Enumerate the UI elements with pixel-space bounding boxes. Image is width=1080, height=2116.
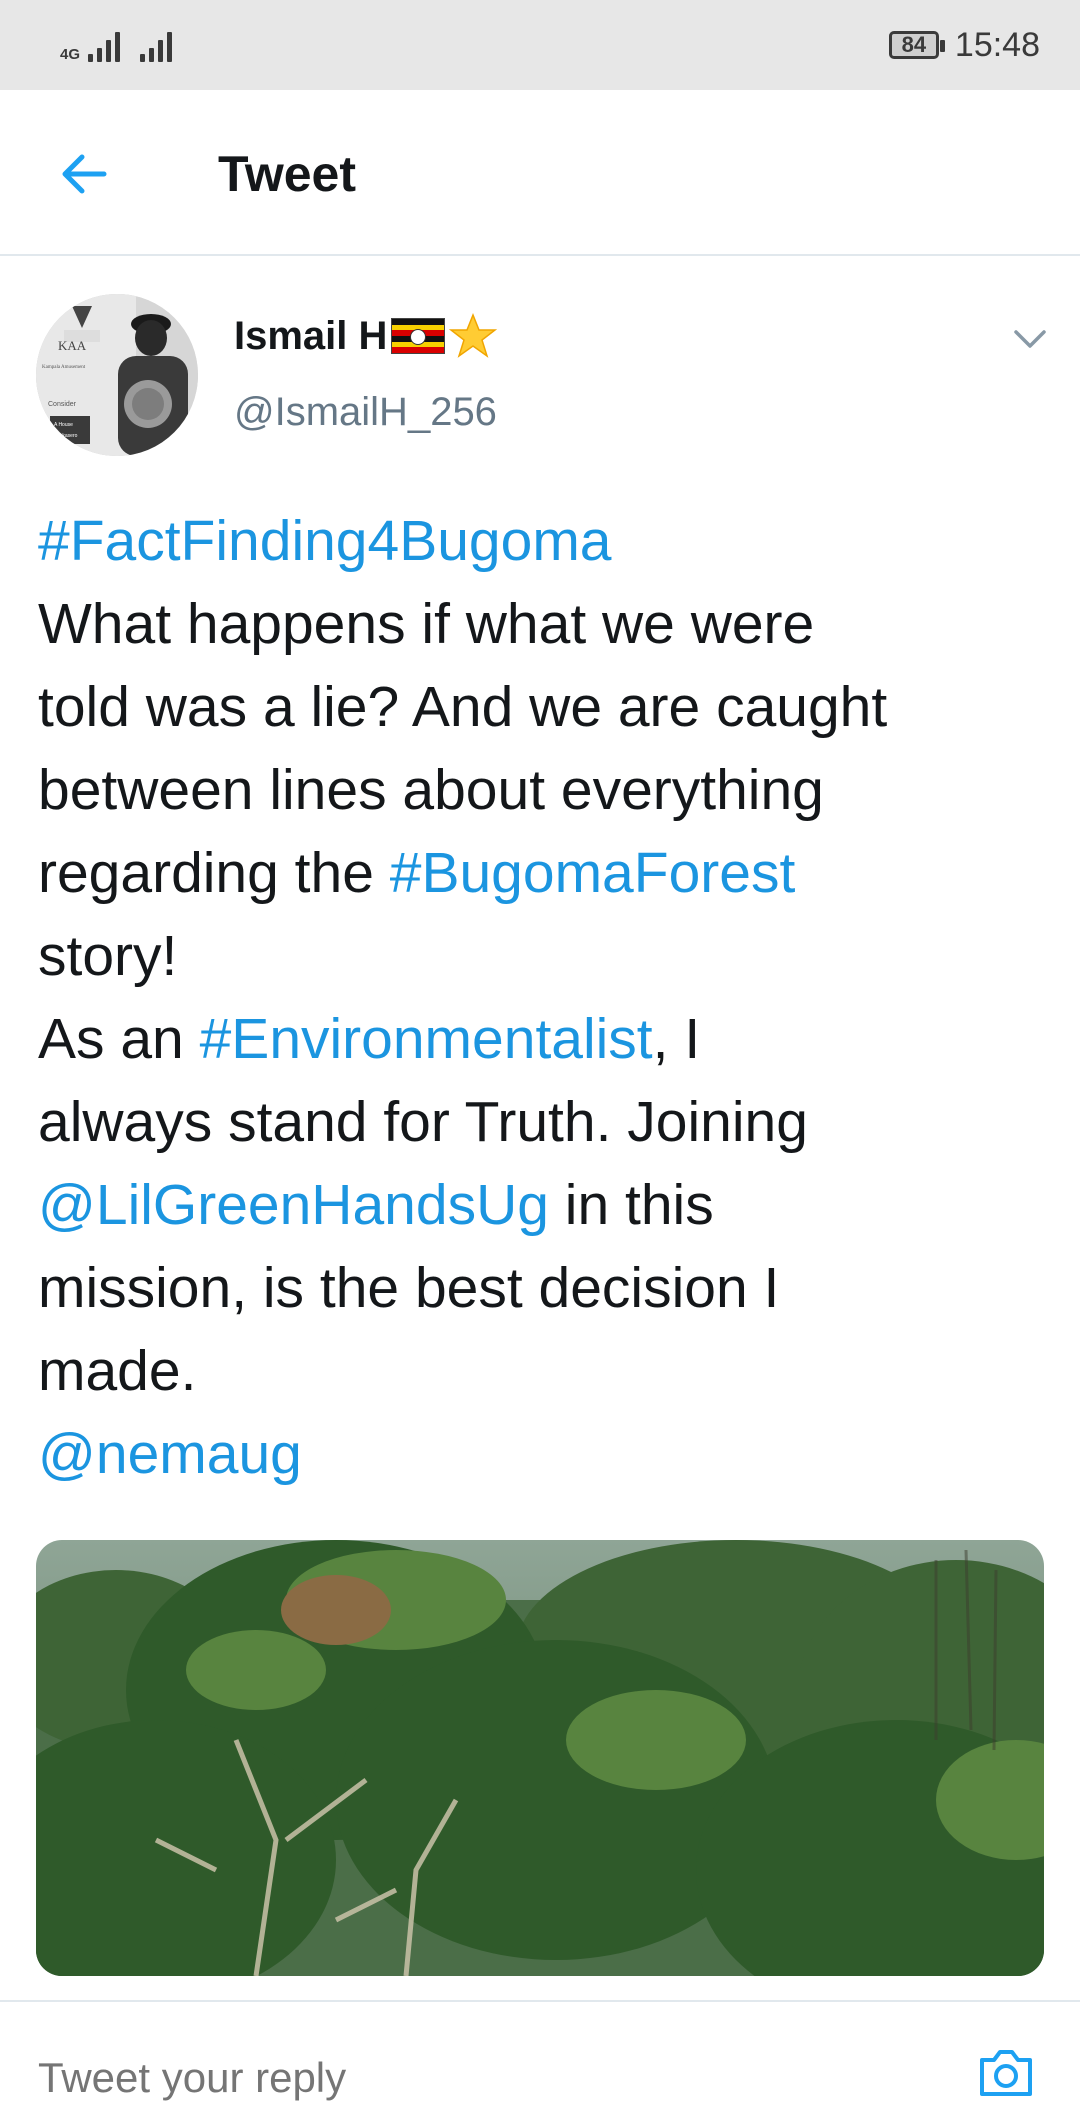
avatar-sign-2: Kampala Amusement [42,365,86,370]
signal-4g-icon: 4G [60,28,121,63]
tweet-text-segment: in this [548,1173,714,1237]
avatar-image: KAA Kampala Amusement Consider A House N… [36,294,198,456]
hashtag-link[interactable]: #BugomaForest [390,841,796,905]
mention-link[interactable]: @LilGreenHandsUg [38,1173,549,1237]
battery-level: 84 [901,32,927,57]
signal-strength-icon [140,28,173,62]
reply-input[interactable] [38,2054,938,2102]
hashtag-link[interactable]: #Environmentalist [200,1007,653,1071]
network-type: 4G [60,46,81,63]
status-bar: 4G 84 15:48 [0,0,1080,90]
forest-photo [36,1540,1044,1976]
tweet-text-line: always stand for Truth. Joining [38,1081,1048,1164]
mention-link[interactable]: @nemaug [38,1422,302,1486]
tweet-text-line: As an #Environmentalist, I [38,998,1048,1081]
app-header: Tweet [0,90,1080,256]
avatar-sign-3: Consider [48,401,77,408]
hashtag-link[interactable]: #FactFinding4Bugoma [38,509,612,573]
avatar-sign-5: Nakasero [56,433,78,439]
tweet-text-segment: mission, is the best decision I [38,1256,780,1320]
page-title: Tweet [218,146,356,202]
tweet-body: #FactFinding4Bugoma What happens if what … [38,500,1048,1496]
clock: 15:48 [954,25,1040,64]
tweet-text-line: made. [38,1330,1048,1413]
tweet-text-line: @nemaug [38,1413,1048,1496]
tweet-text-segment: , I [652,1007,701,1071]
tweet-text-line: regarding the #BugomaForest [38,832,1048,915]
tweet-text-segment: As an [38,1007,200,1071]
tweet-photo[interactable] [36,1540,1044,1976]
chevron-down-icon[interactable] [1012,324,1048,354]
battery-icon: 84 [888,31,945,59]
star-icon [449,312,498,358]
tweet-text-line: mission, is the best decision I [38,1247,1048,1330]
arrow-left-icon[interactable] [56,146,112,202]
signal-indicators: 4G [60,28,173,63]
tweet-text-segment: What happens if what we were [38,592,815,656]
tweet-text-line: @LilGreenHandsUg in this [38,1164,1048,1247]
tweet-text-line: between lines about everything [38,749,1048,832]
tweet-text-segment: story! [38,924,178,988]
tweet-text-segment: told was a lie? And we are caught [38,675,888,739]
uganda-flag-icon [391,318,446,354]
avatar-sign-1: KAA [58,338,87,353]
tweet-text-line: story! [38,915,1048,998]
status-right: 84 15:48 [888,25,1040,65]
author-handle[interactable]: @IsmailH_256 [234,390,497,435]
tweet-text-segment: regarding the [38,841,390,905]
avatar[interactable]: KAA Kampala Amusement Consider A House N… [36,294,198,456]
author-name[interactable]: Ismail H [234,312,498,360]
tweet-text-line: What happens if what we were [38,583,1048,666]
author-name-text: Ismail H [234,313,388,358]
avatar-sign-4: A House [54,422,73,428]
tweet-text-segment: between lines about everything [38,758,824,822]
tweet-text-segment: made. [38,1339,197,1403]
reply-bar [0,2000,1080,2116]
tweet-text-line: told was a lie? And we are caught [38,666,1048,749]
tweet-text-segment: always stand for Truth. Joining [38,1090,808,1154]
tweet-text-line: #FactFinding4Bugoma [38,500,1048,583]
camera-icon[interactable] [974,2040,1038,2104]
